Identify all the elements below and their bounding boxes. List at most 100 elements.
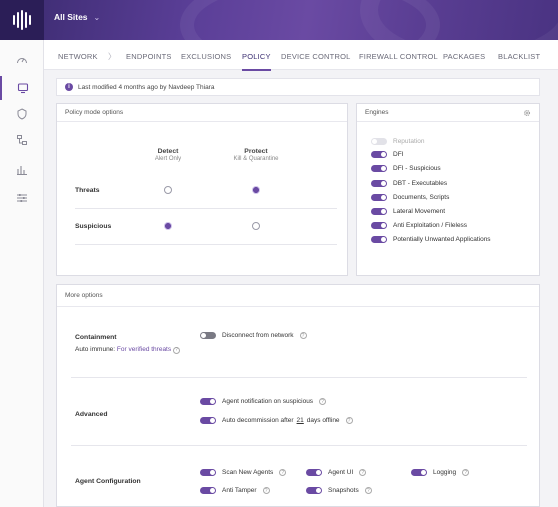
chevron-down-icon: ⌄	[93, 12, 101, 22]
tab-exclusions[interactable]: EXCLUSIONS	[181, 52, 231, 61]
help-icon[interactable]: ?	[462, 469, 470, 476]
help-icon[interactable]: ?	[279, 469, 287, 476]
logging-option: Logging ?	[411, 469, 470, 476]
engine-label: Documents, Scripts	[393, 194, 450, 201]
disconnect-option: Disconnect from network ?	[200, 332, 307, 339]
agent-ui-option: Agent UI ?	[306, 469, 367, 476]
engine-label: Lateral Movement	[393, 208, 446, 215]
engines-panel: Engines Reputation DFI DFI - Suspicious …	[356, 103, 540, 276]
engine-label: DFI	[393, 151, 404, 158]
suspicious-protect-radio[interactable]	[252, 222, 260, 230]
help-icon[interactable]: ?	[262, 487, 270, 494]
help-icon[interactable]: ?	[319, 398, 327, 405]
bar-chart-icon	[17, 166, 27, 176]
tab-packages[interactable]: PACKAGES	[443, 52, 485, 61]
suspicious-detect-radio[interactable]	[164, 222, 172, 230]
shield-icon	[17, 108, 27, 120]
help-icon[interactable]: ?	[299, 332, 307, 339]
logging-label: Logging	[433, 469, 457, 476]
decommission-prefix: Auto decommission after	[222, 417, 294, 424]
tab-blacklist[interactable]: BLACKLIST	[498, 52, 540, 61]
dfi-toggle[interactable]	[371, 151, 387, 158]
sidebar-item-dashboard[interactable]	[0, 48, 44, 72]
tab-bar: NETWORK 〉 ENDPOINTS EXCLUSIONS POLICY DE…	[44, 40, 558, 71]
sliders-icon	[17, 194, 27, 202]
decommission-days[interactable]: 21	[297, 417, 304, 424]
scan-new-agents-option: Scan New Agents ?	[200, 469, 287, 476]
engine-row-reputation: Reputation	[371, 138, 424, 145]
disconnect-toggle[interactable]	[200, 332, 216, 339]
sidebar-item-activity[interactable]	[0, 102, 44, 126]
sidebar	[0, 40, 44, 507]
engine-label: DFI - Suspicious	[393, 165, 441, 172]
agent-ui-toggle[interactable]	[306, 469, 322, 476]
suspicious-row-label: Suspicious	[75, 223, 112, 230]
site-selector[interactable]: All Sites ⌄	[54, 12, 100, 22]
snapshots-label: Snapshots	[328, 487, 359, 494]
snapshots-option: Snapshots ?	[306, 487, 372, 494]
tab-endpoints[interactable]: ENDPOINTS	[126, 52, 172, 61]
documents-toggle[interactable]	[371, 194, 387, 201]
auto-decommission-option: Auto decommission after 21 days offline …	[200, 417, 353, 424]
disconnect-label: Disconnect from network	[222, 332, 294, 339]
auto-immune-value[interactable]: For verified threats	[117, 346, 171, 353]
engine-row-dfi: DFI	[371, 151, 403, 158]
tab-policy[interactable]: POLICY	[242, 52, 271, 71]
agent-notification-toggle[interactable]	[200, 398, 216, 405]
sidebar-item-sentinels[interactable]	[0, 76, 44, 100]
divider	[75, 208, 337, 209]
detect-label: Detect	[157, 148, 179, 155]
site-selector-label: All Sites	[54, 12, 88, 22]
sidebar-item-reports[interactable]	[0, 158, 44, 182]
advanced-label: Advanced	[75, 411, 108, 418]
threats-row-label: Threats	[75, 187, 100, 194]
divider	[75, 244, 337, 245]
snapshots-toggle[interactable]	[306, 487, 322, 494]
anti-tamper-toggle[interactable]	[200, 487, 216, 494]
sidebar-item-analyze[interactable]	[0, 128, 44, 152]
engine-row-lateral: Lateral Movement	[371, 208, 445, 215]
engine-row-documents: Documents, Scripts	[371, 194, 449, 201]
engine-label: Anti Exploitation / Fileless	[393, 222, 468, 229]
tab-network[interactable]: NETWORK	[58, 52, 98, 61]
engine-row-pua: Potentially Unwanted Applications	[371, 236, 491, 243]
detect-sub: Alert Only	[154, 156, 182, 162]
containment-label: Containment	[75, 334, 117, 341]
logging-toggle[interactable]	[411, 469, 427, 476]
protect-label: Protect	[244, 148, 268, 155]
lateral-movement-toggle[interactable]	[371, 208, 387, 215]
info-icon: i	[65, 83, 73, 91]
gear-icon[interactable]	[523, 109, 531, 117]
scan-new-agents-label: Scan New Agents	[222, 469, 274, 476]
help-icon[interactable]: ?	[172, 346, 180, 354]
dfi-suspicious-toggle[interactable]	[371, 165, 387, 172]
scan-new-agents-toggle[interactable]	[200, 469, 216, 476]
agent-configuration-label: Agent Configuration	[75, 478, 141, 485]
auto-immune-label: Auto immune:	[75, 346, 116, 353]
sidebar-item-settings[interactable]	[0, 186, 44, 210]
tab-device-control[interactable]: DEVICE CONTROL	[281, 52, 350, 61]
threats-detect-radio[interactable]	[164, 186, 172, 194]
help-icon[interactable]: ?	[345, 417, 353, 424]
policy-mode-title: Policy mode options	[57, 104, 347, 122]
help-icon[interactable]: ?	[359, 469, 367, 476]
auto-decommission-toggle[interactable]	[200, 417, 216, 424]
dashboard-icon	[17, 58, 27, 64]
agent-ui-label: Agent UI	[328, 469, 354, 476]
more-options-title: More options	[57, 285, 539, 307]
tab-firewall-control[interactable]: FIREWALL CONTROL	[359, 52, 438, 61]
anti-tamper-label: Anti Tamper	[222, 487, 257, 494]
decommission-suffix: days offline	[306, 417, 340, 424]
threats-protect-radio[interactable]	[252, 186, 260, 194]
logo[interactable]	[0, 0, 44, 40]
more-options-panel: More options Containment Auto immune: Fo…	[56, 284, 540, 507]
engine-row-dfi-suspicious: DFI - Suspicious	[371, 165, 441, 172]
monitor-icon	[17, 83, 29, 94]
dbt-toggle[interactable]	[371, 180, 387, 187]
reputation-toggle[interactable]	[371, 138, 387, 145]
breadcrumb-chevron-icon: 〉	[108, 52, 116, 61]
engine-row-anti-exploitation: Anti Exploitation / Fileless	[371, 222, 467, 229]
help-icon[interactable]: ?	[364, 487, 372, 494]
pua-toggle[interactable]	[371, 236, 387, 243]
anti-exploitation-toggle[interactable]	[371, 222, 387, 229]
